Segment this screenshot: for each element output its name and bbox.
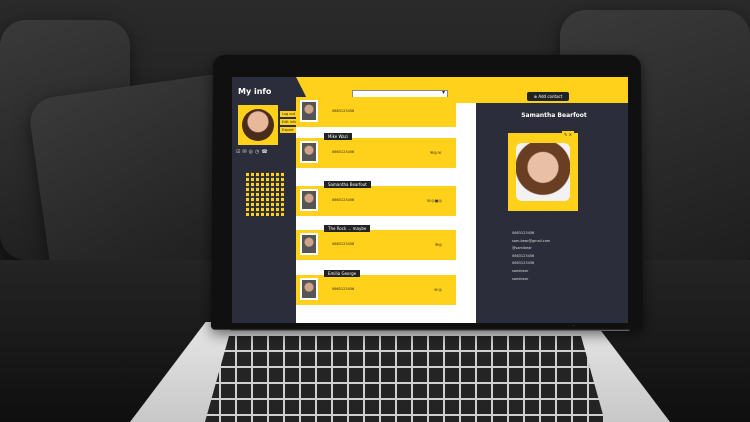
contact-name: Samantha Bearfoot — [324, 181, 371, 188]
contact-avatar — [300, 189, 318, 211]
contact-avatar — [300, 100, 318, 122]
contact-icons: ☏◎▣◎ — [426, 198, 442, 203]
chevron-down-icon[interactable]: ▾ — [442, 89, 445, 96]
contact-card[interactable]: 0663123456 — [296, 97, 456, 127]
handle-field: @samibear — [512, 246, 532, 251]
social-field: samibear — [512, 268, 529, 273]
contact-icons: ✉◎ — [435, 242, 442, 247]
laptop-keyboard — [205, 336, 605, 422]
detail-fields: 0663123456 sam.bear@gmail.com @samibear … — [512, 230, 550, 283]
contact-card[interactable]: Samantha Bearfoot 0663123456 ☏◎▣◎ — [296, 181, 456, 216]
contact-detail-panel: Samantha Bearfoot ✎ ✕ 0663123456 sam.bea… — [480, 103, 628, 323]
qr-code — [246, 172, 286, 216]
contact-phone: 0663123456 — [332, 198, 355, 202]
email-field: sam.bear@gmail.com — [512, 238, 551, 243]
phone2-field: 0663123456 — [512, 261, 535, 266]
contact-avatar — [300, 278, 318, 300]
contact-icons: ✉◎☏ — [430, 150, 442, 155]
contact-phone: 0663123456 — [332, 150, 355, 154]
contact-card[interactable]: The Rock ... maybe 0663123456 ✉◎ — [296, 225, 456, 260]
profile-avatar — [238, 105, 278, 145]
detail-name: Samantha Bearfoot — [521, 112, 587, 119]
section-title: My info — [238, 87, 272, 96]
contact-avatar — [300, 141, 318, 163]
edit-close-icons[interactable]: ✎ ✕ — [562, 131, 574, 138]
contact-icons: ☏◎ — [433, 287, 443, 292]
phone-field: 0663123456 — [512, 231, 535, 235]
contact-phone: 0663123456 — [332, 242, 355, 246]
laptop-screen: My info ▾ ⊕ Add contact Log out Edit inf… — [232, 77, 628, 323]
contact-card[interactable]: Mike Wazi 0663123456 ✉◎☏ — [296, 133, 456, 168]
add-contact-button[interactable]: ⊕ Add contact — [527, 92, 569, 101]
contact-avatar — [300, 233, 318, 255]
linkedin-field: samibear — [512, 276, 529, 281]
contact-name: Emilia George — [324, 270, 361, 277]
social-icons: ☑✉◎◷☎ — [236, 149, 270, 155]
contact-phone: 0663123456 — [332, 109, 355, 113]
detail-photo — [508, 133, 578, 211]
contact-name: Mike Wazi — [324, 133, 352, 140]
whatsapp-field: 0663123456 — [512, 253, 535, 258]
contact-name: The Rock ... maybe — [324, 225, 371, 232]
contact-phone: 0663123456 — [332, 287, 355, 291]
contact-list: 0663123456 Mike Wazi 0663123456 ✉◎☏ Sama… — [296, 97, 476, 323]
contact-card[interactable]: Emilia George 0663123456 ☏◎ — [296, 270, 456, 305]
